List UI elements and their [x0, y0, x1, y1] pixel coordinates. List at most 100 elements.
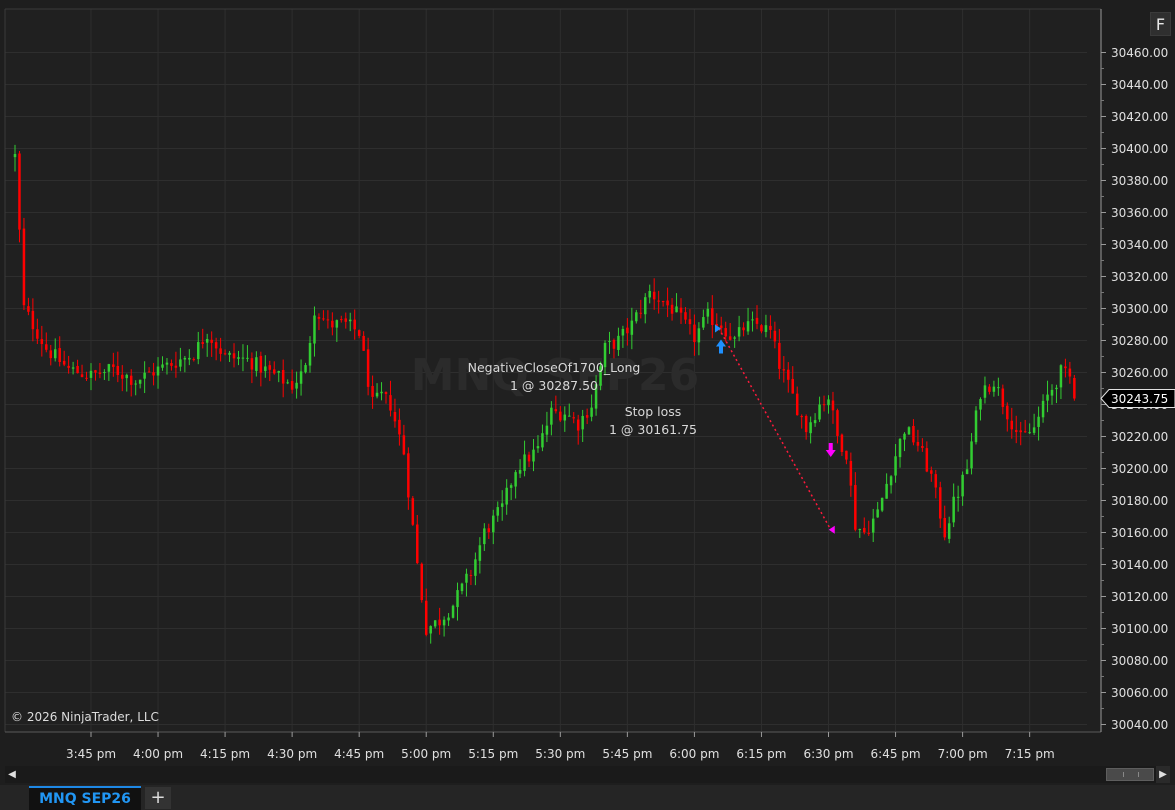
- candle-body[interactable]: [170, 363, 173, 366]
- candle-body[interactable]: [894, 456, 897, 476]
- candle-body[interactable]: [702, 317, 705, 328]
- candle-body[interactable]: [161, 364, 164, 368]
- candle-body[interactable]: [308, 342, 312, 366]
- scroll-thumb[interactable]: [1106, 768, 1154, 781]
- candle-body[interactable]: [232, 353, 236, 359]
- candle-body[interactable]: [85, 377, 88, 379]
- candle-body[interactable]: [693, 324, 696, 343]
- candle-body[interactable]: [411, 498, 415, 525]
- candle-body[interactable]: [849, 460, 853, 486]
- scroll-right-arrow-icon[interactable]: ▶: [1156, 766, 1170, 783]
- candle-body[interactable]: [760, 325, 763, 332]
- candle-body[interactable]: [228, 352, 231, 355]
- candle-body[interactable]: [804, 415, 808, 433]
- candle-body[interactable]: [711, 308, 714, 325]
- candle-body[interactable]: [201, 342, 204, 344]
- candle-body[interactable]: [733, 337, 736, 339]
- candle-body[interactable]: [371, 385, 374, 397]
- candle-body[interactable]: [18, 153, 21, 230]
- candle-body[interactable]: [907, 427, 911, 435]
- candle-body[interactable]: [98, 372, 102, 374]
- candle-body[interactable]: [818, 404, 821, 420]
- candle-body[interactable]: [469, 575, 473, 577]
- candle-body[interactable]: [456, 590, 459, 608]
- candle-body[interactable]: [903, 433, 906, 440]
- candle-body[interactable]: [559, 411, 562, 421]
- candle-body[interactable]: [585, 415, 589, 418]
- candle-body[interactable]: [389, 395, 392, 411]
- candle-body[interactable]: [290, 381, 294, 390]
- candle-body[interactable]: [737, 327, 741, 337]
- candle-body[interactable]: [518, 469, 522, 474]
- candle-body[interactable]: [112, 364, 115, 367]
- candle-body[interactable]: [970, 441, 973, 469]
- candle-body[interactable]: [1037, 416, 1040, 427]
- candle-body[interactable]: [925, 448, 929, 472]
- candle-body[interactable]: [639, 312, 643, 314]
- candle-body[interactable]: [192, 359, 196, 361]
- candle-body[interactable]: [156, 366, 160, 376]
- candle-body[interactable]: [357, 330, 361, 336]
- candle-body[interactable]: [670, 304, 674, 314]
- candle-body[interactable]: [523, 454, 526, 471]
- candle-body[interactable]: [344, 318, 348, 322]
- candle-body[interactable]: [107, 364, 111, 372]
- candle-body[interactable]: [478, 545, 482, 561]
- candle-body[interactable]: [813, 420, 817, 424]
- candle-body[interactable]: [965, 469, 969, 474]
- candle-body[interactable]: [331, 320, 334, 328]
- candle-body[interactable]: [496, 507, 499, 516]
- candle-body[interactable]: [992, 386, 996, 392]
- candle-body[interactable]: [214, 342, 218, 349]
- candle-body[interactable]: [724, 328, 727, 337]
- candle-body[interactable]: [49, 350, 53, 359]
- candle-body[interactable]: [241, 357, 245, 359]
- candle-body[interactable]: [273, 369, 276, 374]
- candle-body[interactable]: [675, 306, 678, 313]
- candle-body[interactable]: [210, 339, 213, 343]
- candle-body[interactable]: [1006, 405, 1009, 420]
- candle-body[interactable]: [447, 617, 450, 621]
- candle-body[interactable]: [1041, 400, 1045, 418]
- candle-body[interactable]: [997, 387, 1000, 389]
- candle-body[interactable]: [889, 476, 893, 486]
- candle-body[interactable]: [867, 532, 870, 534]
- candle-body[interactable]: [402, 435, 406, 455]
- candle-body[interactable]: [219, 348, 222, 354]
- candle-body[interactable]: [550, 407, 553, 425]
- candle-body[interactable]: [509, 485, 513, 488]
- candle-body[interactable]: [1028, 432, 1031, 434]
- candle-body[interactable]: [912, 425, 915, 443]
- candle-body[interactable]: [773, 330, 777, 342]
- candle-body[interactable]: [809, 422, 812, 434]
- candle-body[interactable]: [143, 372, 146, 379]
- candle-body[interactable]: [751, 319, 754, 321]
- candle-body[interactable]: [246, 357, 249, 359]
- candle-body[interactable]: [755, 317, 759, 324]
- candle-body[interactable]: [433, 620, 437, 627]
- candle-body[interactable]: [581, 415, 584, 430]
- candle-body[interactable]: [706, 308, 710, 317]
- candle-body[interactable]: [778, 342, 781, 369]
- candle-body[interactable]: [858, 529, 862, 531]
- candle-body[interactable]: [40, 339, 44, 345]
- price-chart[interactable]: MNQ SEP26NegativeCloseOf1700_Long 1 @ 302…: [0, 0, 1175, 765]
- scroll-left-arrow-icon[interactable]: ◀: [5, 766, 19, 783]
- candle-body[interactable]: [134, 383, 137, 385]
- candle-body[interactable]: [380, 391, 383, 394]
- candle-body[interactable]: [353, 319, 356, 330]
- candle-body[interactable]: [76, 365, 79, 374]
- candle-body[interactable]: [746, 321, 750, 332]
- candle-body[interactable]: [67, 365, 70, 368]
- candle-body[interactable]: [876, 509, 879, 518]
- candle-body[interactable]: [121, 374, 124, 379]
- candle-body[interactable]: [871, 518, 875, 533]
- candle-body[interactable]: [787, 369, 790, 380]
- candle-body[interactable]: [885, 483, 888, 499]
- candle-body[interactable]: [840, 434, 844, 452]
- candle-body[interactable]: [31, 310, 35, 330]
- candle-body[interactable]: [536, 446, 540, 449]
- candle-body[interactable]: [1032, 427, 1036, 433]
- candle-body[interactable]: [281, 370, 285, 384]
- candle-body[interactable]: [590, 407, 593, 417]
